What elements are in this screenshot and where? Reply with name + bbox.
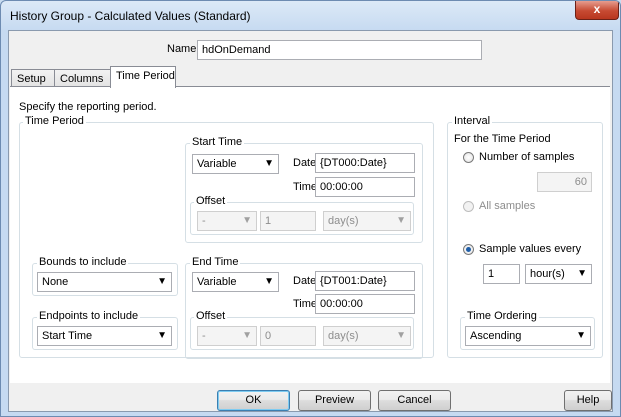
number-of-samples-input[interactable]: 60 bbox=[537, 172, 592, 192]
start-offset-unit-value: day(s) bbox=[328, 215, 359, 227]
tab-columns[interactable]: Columns bbox=[54, 69, 111, 87]
bounds-value: None bbox=[42, 276, 69, 288]
time-ordering-title: Time Ordering bbox=[465, 310, 539, 322]
tab-time-period-label: Time Period bbox=[116, 70, 175, 82]
start-date-input[interactable]: {DT000:Date} bbox=[315, 153, 415, 173]
title-bar[interactable]: History Group - Calculated Values (Stand… bbox=[1, 1, 620, 29]
tab-columns-label: Columns bbox=[60, 73, 104, 85]
end-offset-unit-select[interactable]: day(s) ▼ bbox=[323, 326, 411, 346]
chevron-down-icon: ▼ bbox=[157, 276, 167, 287]
endpoints-title: Endpoints to include bbox=[37, 310, 141, 322]
time-period-group-title: Time Period bbox=[23, 115, 86, 127]
close-icon: x bbox=[593, 2, 601, 16]
chevron-down-icon: ▼ bbox=[242, 215, 252, 226]
end-date-label: Date bbox=[293, 275, 317, 287]
number-of-samples-label: Number of samples bbox=[479, 151, 575, 163]
start-mode-select[interactable]: Variable ▼ bbox=[192, 154, 279, 174]
start-offset-unit-select[interactable]: day(s) ▼ bbox=[323, 211, 411, 231]
chevron-down-icon: ▼ bbox=[264, 276, 274, 287]
dialog-client: Name hdOnDemand Setup Columns Time Perio… bbox=[8, 30, 613, 412]
name-input[interactable]: hdOnDemand bbox=[197, 40, 482, 60]
tab-setup[interactable]: Setup bbox=[11, 69, 55, 87]
endpoints-select[interactable]: Start Time ▼ bbox=[37, 326, 172, 346]
end-time-label: Time bbox=[293, 298, 318, 310]
chevron-down-icon: ▼ bbox=[396, 215, 406, 226]
end-date-input[interactable]: {DT001:Date} bbox=[315, 271, 415, 291]
ok-button-label: OK bbox=[245, 394, 262, 406]
start-offset-amount-input[interactable]: 1 bbox=[260, 211, 316, 231]
tab-time-period[interactable]: Time Period bbox=[110, 66, 176, 88]
endpoints-value: Start Time bbox=[42, 330, 93, 342]
dialog-window: History Group - Calculated Values (Stand… bbox=[0, 0, 621, 417]
end-time-input[interactable]: 00:00:00 bbox=[315, 294, 415, 314]
number-of-samples-radio[interactable] bbox=[463, 152, 474, 163]
end-offset-amount-input[interactable]: 0 bbox=[260, 326, 316, 346]
chevron-down-icon: ▼ bbox=[264, 158, 274, 169]
chevron-down-icon: ▼ bbox=[576, 330, 586, 341]
sample-interval-unit-value: hour(s) bbox=[530, 268, 565, 280]
sample-interval-input[interactable]: 1 bbox=[483, 264, 520, 284]
chevron-down-icon: ▼ bbox=[242, 330, 252, 341]
bounds-select[interactable]: None ▼ bbox=[37, 272, 172, 292]
cancel-button-label: Cancel bbox=[397, 394, 432, 406]
all-samples-radio[interactable] bbox=[463, 201, 474, 212]
start-date-label: Date bbox=[293, 157, 317, 169]
interval-title: Interval bbox=[452, 115, 493, 127]
chevron-down-icon: ▼ bbox=[157, 330, 167, 341]
instruction-text: Specify the reporting period. bbox=[19, 101, 157, 113]
end-offset-title: Offset bbox=[194, 310, 228, 322]
end-offset-unit-value: day(s) bbox=[328, 330, 359, 342]
end-mode-value: Variable bbox=[197, 276, 237, 288]
interval-subtitle: For the Time Period bbox=[454, 133, 551, 145]
ok-button[interactable]: OK bbox=[217, 390, 290, 411]
help-button-label: Help bbox=[576, 394, 600, 406]
start-time-input[interactable]: 00:00:00 bbox=[315, 177, 415, 197]
sample-interval-unit-select[interactable]: hour(s) ▼ bbox=[525, 264, 592, 284]
help-button[interactable]: Help bbox=[564, 390, 612, 411]
chevron-down-icon: ▼ bbox=[577, 268, 587, 279]
start-time-title: Start Time bbox=[190, 136, 245, 148]
start-offset-sign-value: - bbox=[202, 215, 206, 227]
tab-setup-label: Setup bbox=[17, 73, 46, 85]
tab-panel-time-period: Specify the reporting period. Time Perio… bbox=[10, 86, 610, 383]
end-time-title: End Time bbox=[190, 256, 241, 268]
start-time-label: Time bbox=[293, 181, 318, 193]
chevron-down-icon: ▼ bbox=[396, 330, 406, 341]
window-title: History Group - Calculated Values (Stand… bbox=[10, 9, 251, 23]
close-button[interactable]: x bbox=[575, 1, 619, 20]
cancel-button[interactable]: Cancel bbox=[378, 390, 451, 411]
end-offset-sign-value: - bbox=[202, 330, 206, 342]
end-offset-sign-select[interactable]: - ▼ bbox=[197, 326, 257, 346]
time-ordering-select[interactable]: Ascending ▼ bbox=[465, 326, 591, 346]
sample-values-every-radio[interactable] bbox=[463, 244, 474, 255]
time-ordering-value: Ascending bbox=[470, 330, 522, 342]
end-mode-select[interactable]: Variable ▼ bbox=[192, 272, 279, 292]
name-label: Name bbox=[167, 43, 197, 55]
preview-button-label: Preview bbox=[314, 394, 355, 406]
start-offset-sign-select[interactable]: - ▼ bbox=[197, 211, 257, 231]
sample-values-every-label: Sample values every bbox=[479, 243, 582, 255]
all-samples-label: All samples bbox=[479, 200, 536, 212]
start-mode-value: Variable bbox=[197, 158, 237, 170]
preview-button[interactable]: Preview bbox=[298, 390, 371, 411]
start-offset-title: Offset bbox=[194, 195, 228, 207]
bounds-title: Bounds to include bbox=[37, 256, 129, 268]
